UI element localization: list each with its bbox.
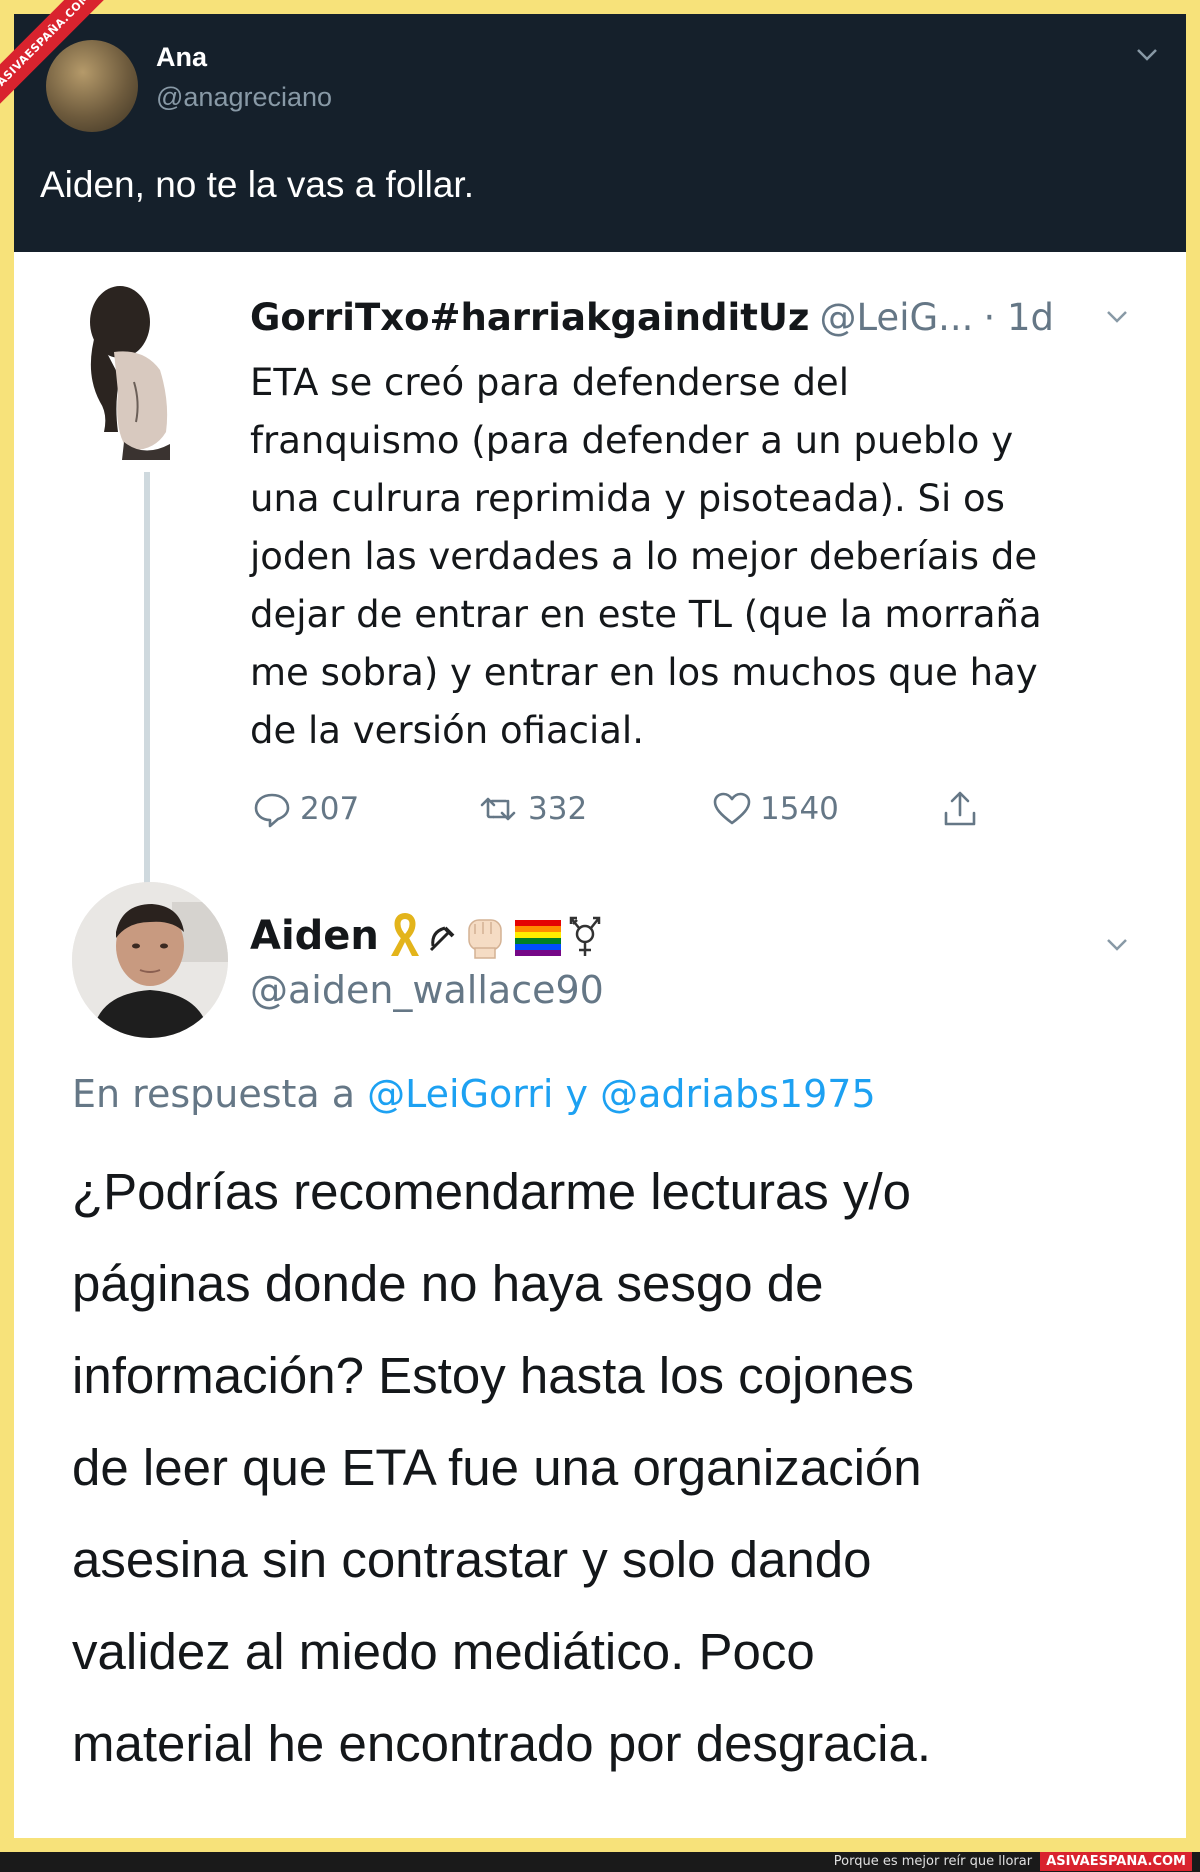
tweet-text-line: una culrura reprimida y pisoteada). Si o…	[250, 477, 1005, 520]
tweet-text-line: dejar de entrar en este TL (que la morra…	[250, 593, 1042, 636]
share-icon	[944, 791, 976, 826]
like-button[interactable]: 1540	[710, 784, 839, 834]
author-name[interactable]: Aiden	[250, 913, 379, 959]
tweet-text-line: de leer que ETA fue una organización	[72, 1439, 922, 1496]
thread-connector	[144, 472, 150, 886]
chevron-down-icon[interactable]	[1132, 44, 1162, 66]
ribbon-icon	[390, 912, 419, 956]
tweet-text-line: información? Estoy hasta los cojones	[72, 1347, 914, 1404]
retweet-count: 332	[528, 791, 588, 827]
mention-link[interactable]: @adriabs1975	[600, 1072, 876, 1116]
author-handle[interactable]: @LeiG...	[819, 296, 973, 339]
tweet-text-line: material he encontrado por desgracia.	[72, 1715, 932, 1772]
name-emojis	[385, 910, 605, 962]
screenshot-frame: Ana @anagreciano Aiden, no te la vas a f…	[14, 14, 1186, 1838]
author-name[interactable]: GorriTxo#harriakgainditUz	[250, 296, 809, 339]
tweet-text-line: ETA se creó para defenderse del	[250, 361, 849, 404]
tweet-text-line: asesina sin contrastar y solo dando	[72, 1531, 872, 1588]
avatar[interactable]	[72, 882, 228, 1038]
author-name-row: Aiden	[250, 910, 605, 962]
reply-button[interactable]: 207	[250, 784, 359, 834]
retweet-icon	[480, 797, 516, 821]
tweet-text-line: validez al miedo mediático. Poco	[72, 1623, 815, 1680]
mention-link[interactable]: @LeiGorri	[367, 1072, 553, 1116]
watermark-corner: ASIVAESPAÑA.COM	[0, 0, 136, 136]
footer-bar: Porque es mejor reír que llorar ASIVAESP…	[0, 1852, 1200, 1872]
top-tweet[interactable]: Ana @anagreciano Aiden, no te la vas a f…	[14, 14, 1186, 252]
reply-count: 207	[300, 791, 360, 827]
tweet-text: Aiden, no te la vas a follar.	[40, 164, 474, 205]
tweet-text: ¿Podrías recomendarme lecturas y/o págin…	[72, 1146, 1172, 1790]
retweet-button[interactable]: 332	[478, 784, 587, 834]
tweet-header: GorriTxo#harriakgainditUz @LeiG... · 1d	[250, 296, 1150, 346]
reply-context: En respuesta a @LeiGorri y @adriabs1975	[72, 1072, 876, 1116]
tweet-text-line: de la versión ofiacial.	[250, 709, 644, 752]
tweet-text-line: me sobra) y entrar en los muchos que hay	[250, 651, 1038, 694]
author-handle[interactable]: @anagreciano	[156, 82, 332, 113]
transgender-symbol-icon	[569, 916, 601, 956]
raised-fist-icon	[468, 919, 502, 959]
share-button[interactable]	[938, 784, 982, 834]
reply-and: y	[565, 1072, 589, 1116]
author-handle[interactable]: @aiden_wallace90	[250, 968, 604, 1012]
tweet-text-line: joden las verdades a lo mejor deberíais …	[250, 535, 1038, 578]
tweet-time[interactable]: · 1d	[983, 296, 1054, 339]
rainbow-flag-icon	[514, 920, 561, 956]
tweet-text: ETA se creó para defenderse del franquis…	[250, 354, 1150, 760]
watermark-ribbon: ASIVAESPAÑA.COM	[0, 0, 132, 128]
avatar[interactable]	[74, 282, 194, 460]
reply-icon	[254, 793, 290, 828]
hammer-sickle-icon	[429, 926, 455, 952]
tweet-text-line: ¿Podrías recomendarme lecturas y/o	[72, 1163, 912, 1220]
like-count: 1540	[760, 791, 839, 827]
author-name[interactable]: Ana	[156, 42, 207, 73]
chevron-down-icon[interactable]	[1102, 306, 1132, 328]
footer-brand[interactable]: ASIVAESPANA.COM	[1040, 1852, 1192, 1871]
reply-prefix: En respuesta a	[72, 1072, 356, 1116]
footer-tagline: Porque es mejor reír que llorar	[833, 1854, 1033, 1869]
heart-icon	[713, 792, 751, 825]
tweet-text-line: páginas donde no haya sesgo de	[72, 1255, 824, 1312]
chevron-down-icon[interactable]	[1102, 934, 1132, 956]
tweet-text-line: franquismo (para defender a un pueblo y	[250, 419, 1014, 462]
